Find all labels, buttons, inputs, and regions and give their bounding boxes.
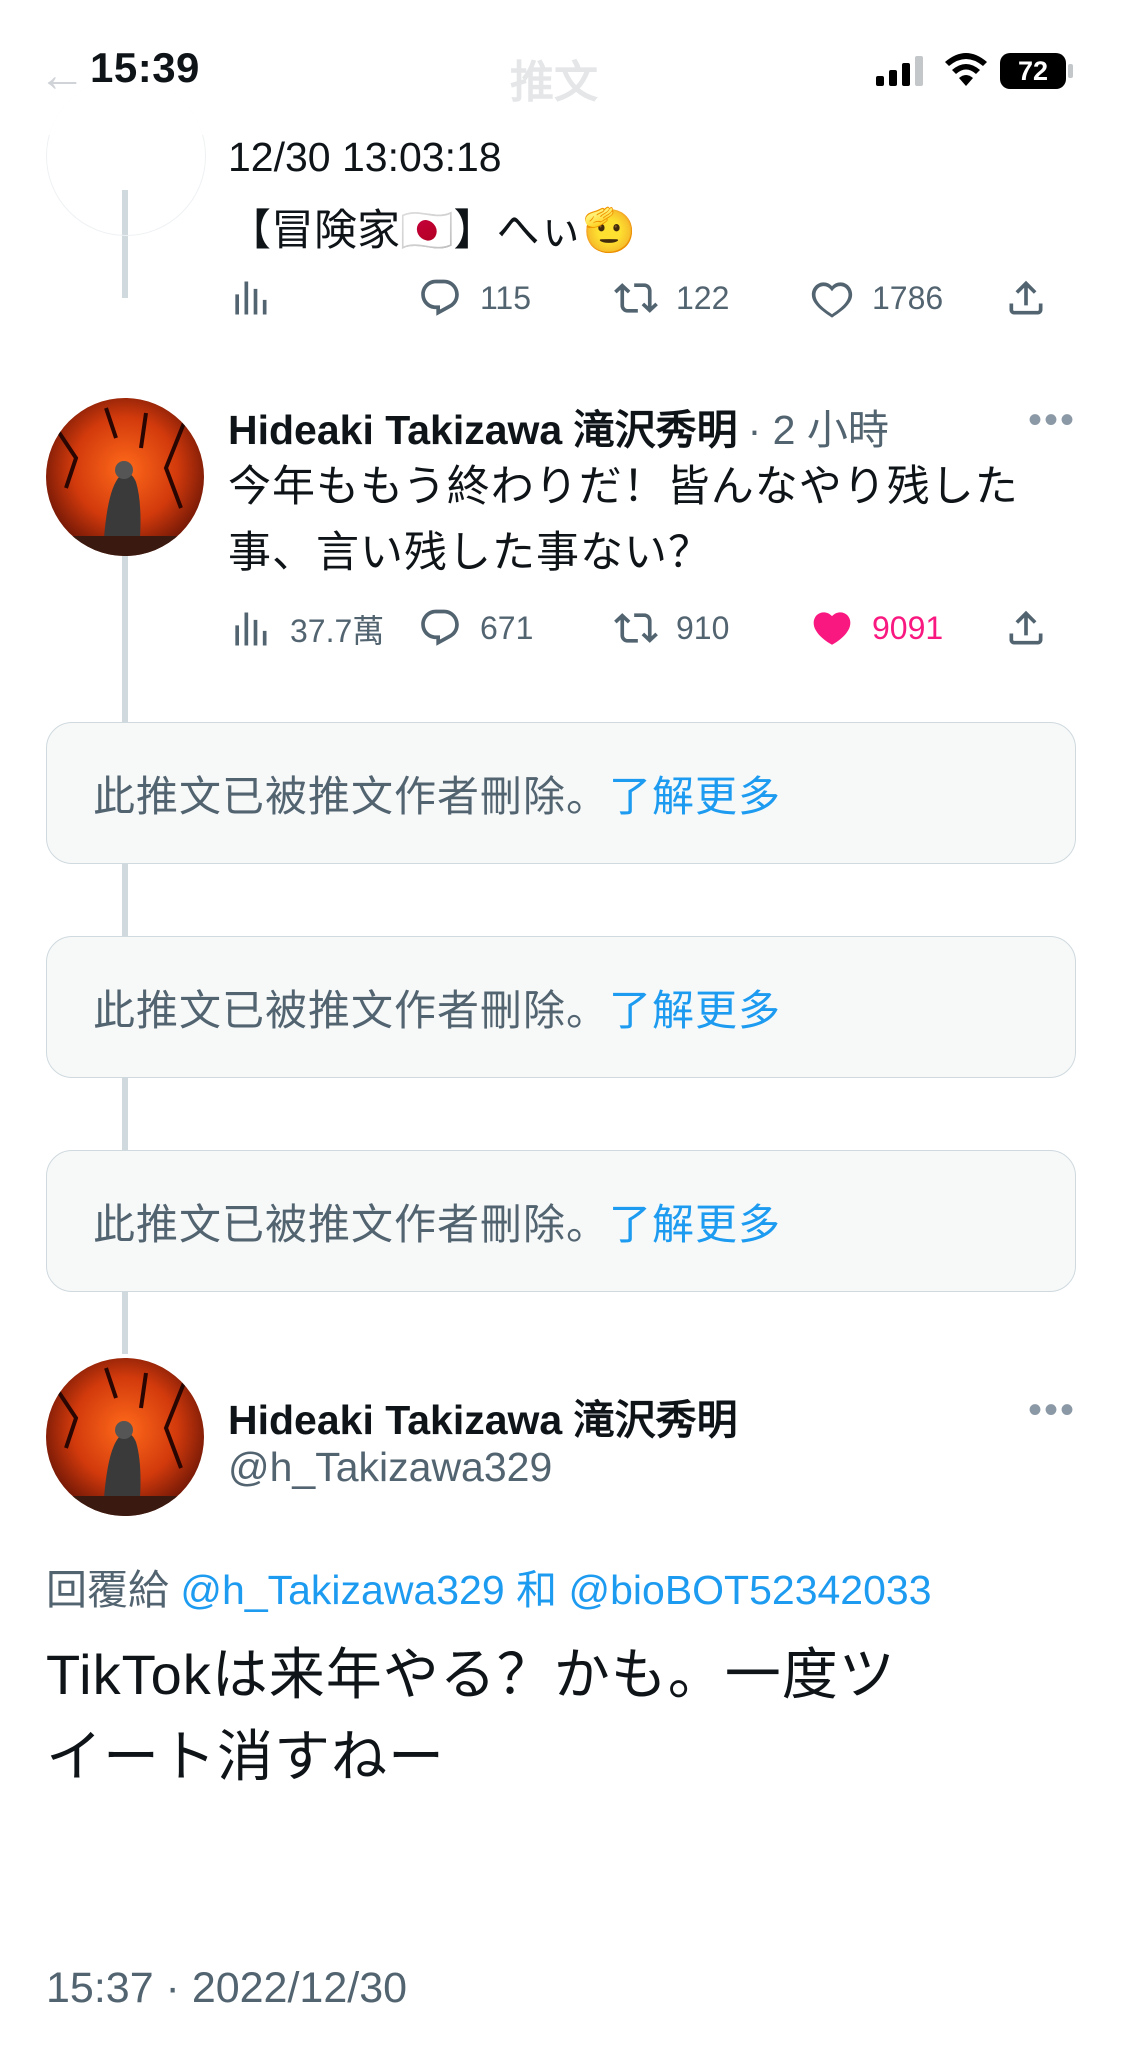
reply-prefix: 回覆給 bbox=[46, 1567, 169, 1613]
battery-icon: 72 bbox=[1000, 53, 1078, 89]
deleted-text: 此推文已被推文作者刪除。 bbox=[93, 1201, 610, 1248]
mention-link[interactable]: @bioBOT52342033 bbox=[568, 1567, 931, 1613]
like-button[interactable]: 9091 bbox=[810, 606, 943, 650]
thread-line-3 bbox=[122, 1076, 128, 1152]
tweet-mid-line1: 今年ももう終わりだ！皆んなやり残した bbox=[228, 463, 1019, 511]
back-button[interactable]: ← bbox=[38, 48, 86, 103]
main-tweet-text: TikTokは来年やる？かも。一度ツ イート消すねー bbox=[46, 1634, 1076, 1798]
reply-icon bbox=[418, 606, 462, 650]
like-button[interactable]: 1786 bbox=[810, 276, 943, 320]
main-tweet-line1: TikTokは来年やる？かも。一度ツ bbox=[46, 1643, 896, 1706]
reply-count: 671 bbox=[480, 609, 534, 646]
action-row-mid: 37.7萬 671 910 9091 bbox=[228, 606, 1078, 656]
deleted-tweet-box: 此推文已被推文作者刪除。了解更多 bbox=[46, 1150, 1076, 1292]
views-icon bbox=[228, 276, 272, 320]
retweet-icon bbox=[614, 606, 658, 650]
reply-button[interactable]: 671 bbox=[418, 606, 533, 650]
deleted-notice: 此推文已被推文作者刪除。了解更多 bbox=[93, 977, 781, 1038]
mention-link[interactable]: @h_Takizawa329 bbox=[180, 1567, 504, 1613]
tweet-timestamp[interactable]: 15:37 · 2022/12/30 bbox=[46, 1964, 407, 2013]
like-count: 9091 bbox=[872, 609, 944, 646]
learn-more-link[interactable]: 了解更多 bbox=[609, 987, 781, 1034]
avatar-main[interactable] bbox=[46, 1358, 204, 1516]
author-name[interactable]: Hideaki Takizawa 滝沢秀明 bbox=[228, 407, 738, 453]
author-name[interactable]: Hideaki Takizawa 滝沢秀明 bbox=[228, 1386, 738, 1446]
reply-count: 115 bbox=[480, 279, 532, 316]
deleted-text: 此推文已被推文作者刪除。 bbox=[93, 773, 610, 820]
like-icon-filled bbox=[810, 606, 854, 650]
thread-line-4 bbox=[122, 1290, 128, 1354]
reply-to-line: 回覆給 @h_Takizawa329 和 @bioBOT52342033 bbox=[46, 1556, 932, 1616]
retweet-button[interactable]: 910 bbox=[614, 606, 729, 650]
deleted-tweet-box: 此推文已被推文作者刪除。了解更多 bbox=[46, 722, 1076, 864]
views-count: 37.7萬 bbox=[290, 613, 385, 649]
learn-more-link[interactable]: 了解更多 bbox=[609, 773, 781, 820]
more-icon[interactable]: ••• bbox=[1028, 398, 1076, 443]
tweet-mid-text: 今年ももう終わりだ！皆んなやり残した 事、言い残した事ない？ bbox=[228, 454, 1088, 586]
reply-icon bbox=[418, 276, 462, 320]
page-title: 推文 bbox=[510, 58, 598, 107]
share-icon bbox=[1004, 606, 1048, 650]
share-button[interactable] bbox=[1004, 276, 1048, 320]
like-count: 1786 bbox=[872, 279, 944, 316]
deleted-notice: 此推文已被推文作者刪除。了解更多 bbox=[93, 1191, 781, 1252]
tweet-prev-text: 【冒険家🇯🇵】へぃ🫡 bbox=[228, 207, 637, 255]
tweet-mid-header: Hideaki Takizawa 滝沢秀明 · 2 小時 bbox=[228, 396, 889, 456]
views-button[interactable]: 37.7萬 bbox=[228, 606, 384, 652]
share-button[interactable] bbox=[1004, 606, 1048, 650]
share-icon bbox=[1004, 276, 1048, 320]
deleted-notice: 此推文已被推文作者刪除。了解更多 bbox=[93, 763, 781, 824]
more-icon[interactable]: ••• bbox=[1028, 1388, 1076, 1433]
battery-level: 72 bbox=[1017, 56, 1049, 86]
status-time: 15:39 bbox=[90, 44, 200, 91]
avatar-mid[interactable] bbox=[46, 398, 204, 556]
reply-button[interactable]: 115 bbox=[418, 276, 531, 320]
wifi-icon bbox=[945, 53, 987, 86]
action-row-prev: 115 122 1786 bbox=[228, 276, 1078, 326]
main-tweet-line2: イート消すねー bbox=[46, 1725, 445, 1788]
deleted-tweet-box: 此推文已被推文作者刪除。了解更多 bbox=[46, 936, 1076, 1078]
views-button[interactable] bbox=[228, 276, 272, 320]
like-icon bbox=[810, 276, 854, 320]
tweet-date-line: 12/30 13:03:18 bbox=[228, 134, 502, 180]
reply-and: 和 bbox=[516, 1567, 558, 1613]
thread-line-2 bbox=[122, 862, 128, 938]
author-handle[interactable]: @h_Takizawa329 bbox=[228, 1444, 552, 1491]
tweet-time: · 2 小時 bbox=[747, 407, 889, 453]
retweet-button[interactable]: 122 bbox=[614, 276, 729, 320]
retweet-icon bbox=[614, 276, 658, 320]
retweet-count: 910 bbox=[676, 609, 730, 646]
views-icon bbox=[228, 607, 272, 651]
deleted-text: 此推文已被推文作者刪除。 bbox=[93, 987, 610, 1034]
signal-icon bbox=[876, 56, 923, 86]
learn-more-link[interactable]: 了解更多 bbox=[609, 1201, 781, 1248]
retweet-count: 122 bbox=[676, 279, 730, 316]
tweet-mid-line2: 事、言い残した事ない？ bbox=[228, 529, 712, 577]
